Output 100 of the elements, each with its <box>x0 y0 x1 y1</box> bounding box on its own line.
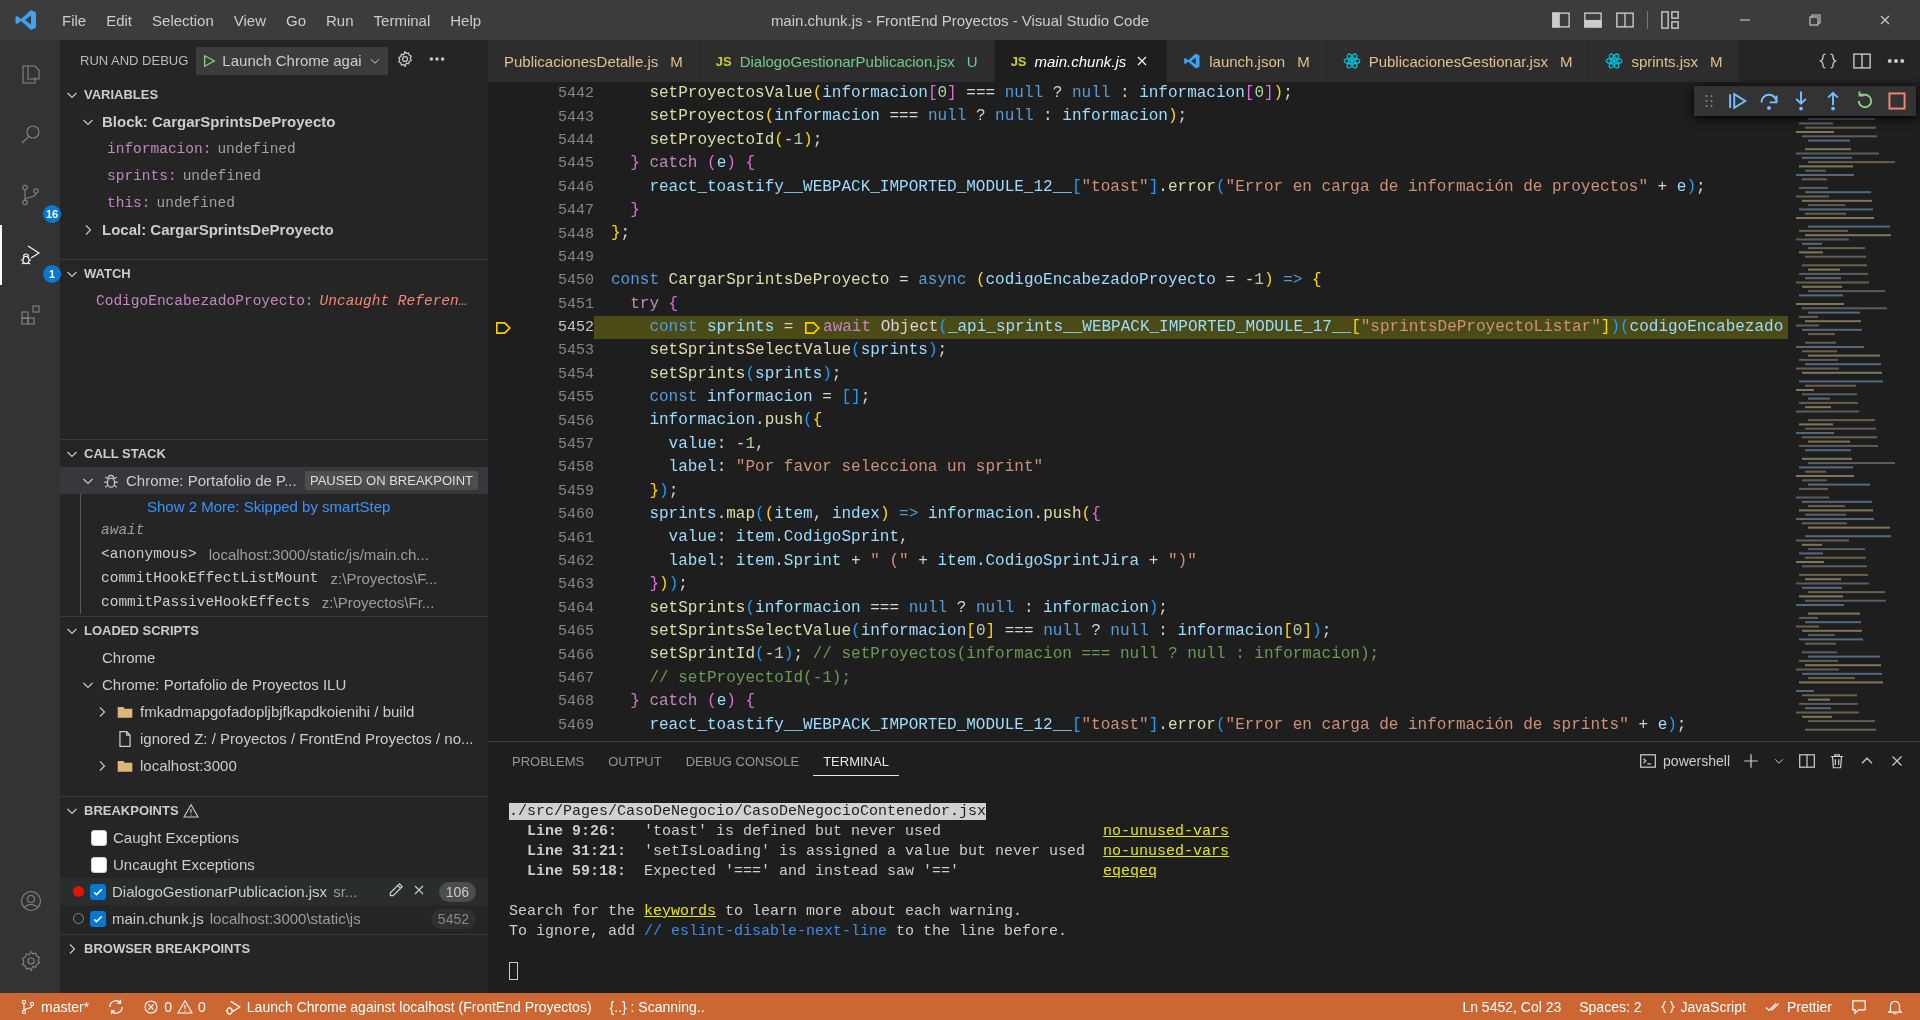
restore-icon[interactable] <box>1807 12 1823 28</box>
menu-item[interactable]: Go <box>276 7 316 33</box>
frame-name[interactable]: commitHookEffectListMount <box>101 570 319 586</box>
script-label[interactable]: ignored Z: / Proyectos / FrontEnd Proyectos / no... <box>140 730 474 747</box>
line-number: 5459 <box>557 482 594 500</box>
line-number: 5448 <box>557 225 594 243</box>
script-label[interactable]: Chrome: Portafolio de Proyectos ILU <box>102 676 347 693</box>
section-title[interactable]: BREAKPOINTS <box>84 803 179 818</box>
breakpoint-label[interactable]: Uncaught Exceptions <box>113 856 255 873</box>
feedback-icon[interactable] <box>1850 997 1868 1016</box>
panel-tab[interactable]: DEBUG CONSOLE <box>675 746 810 776</box>
editor-tab[interactable]: sprints.jsx M <box>1589 40 1740 82</box>
sidebar-layout-icon[interactable] <box>1551 10 1571 30</box>
checkbox[interactable] <box>91 829 107 846</box>
launch-config-dropdown[interactable]: Launch Chrome agai <box>196 46 388 75</box>
line-number: 5456 <box>557 412 594 430</box>
problems-item[interactable]: 0 0 <box>134 993 215 1020</box>
breakpoint-row[interactable]: main.chunk.js localhost:3000\static\js 5452 <box>60 905 488 932</box>
trash-icon[interactable] <box>1828 752 1846 770</box>
split-terminal-icon[interactable] <box>1798 752 1816 770</box>
files-icon[interactable] <box>19 63 43 87</box>
watch-expression[interactable]: CodigoEncabezadoProyecto: <box>96 292 314 309</box>
frame-source: z:\Proyectos\Fr... <box>321 593 435 611</box>
rule-link[interactable]: eqeqeq <box>1103 862 1920 882</box>
panel-tab[interactable]: TERMINAL <box>813 746 899 776</box>
terminal-line: Search for the keywords to learn more about each warning. <box>509 903 1023 920</box>
branch-item[interactable]: master* <box>0 993 99 1020</box>
section-title[interactable]: BROWSER BREAKPOINTS <box>84 941 251 956</box>
formatter-item[interactable]: Prettier <box>1754 993 1841 1020</box>
debug-target-item[interactable]: Launch Chrome against localhost (FrontEnd Proyectos) <box>214 993 601 1020</box>
script-label[interactable]: Chrome <box>102 649 156 666</box>
rule-link[interactable]: no-unused-vars <box>1103 822 1920 842</box>
play-icon[interactable] <box>202 53 217 68</box>
warning-message: Expected '===' and instead saw '==' <box>644 862 961 882</box>
line-number: 5450 <box>557 272 594 290</box>
breakpoint-row[interactable]: DialogoGestionarPublicacion.jsx sr... 106 <box>60 878 488 905</box>
menu-item[interactable]: Terminal <box>363 7 441 33</box>
warning-message: 'toast' is defined but never used <box>644 822 943 842</box>
line-number: 5467 <box>557 669 594 687</box>
menu-item[interactable]: Run <box>316 7 364 33</box>
breakpoint-label[interactable]: main.chunk.js <box>112 910 204 927</box>
checkbox[interactable] <box>90 883 106 900</box>
extensions-icon[interactable] <box>19 303 43 327</box>
editor-tab[interactable]: JS DialogoGestionarPublicacion.jsx U <box>699 40 995 82</box>
braces-icon <box>1659 998 1676 1015</box>
section-title[interactable]: LOADED SCRIPTS <box>84 623 199 638</box>
panel-layout-icon[interactable] <box>1583 10 1603 30</box>
line-number: 5449 <box>557 248 594 266</box>
continue-icon[interactable] <box>1726 90 1748 112</box>
scope-label[interactable]: Local: CargarSprintsDeProyecto <box>102 221 334 238</box>
scope-label[interactable]: Block: CargarSprintsDeProyecto <box>102 113 336 130</box>
notification-badge: 1 <box>43 265 61 283</box>
terminal-cursor <box>509 962 518 980</box>
editor-tab[interactable]: PublicacionesDetalle.js M <box>488 40 700 82</box>
code-line: const sprints = await Object(_api_sprints__WEBPACK_IMPORTED_MODULE_17__["sprintsDeProyectoListar"])(codigoEncabezado <box>648 316 1784 339</box>
checkbox[interactable] <box>91 856 107 873</box>
editor-tab[interactable]: JS main.chunk.js <box>994 40 1168 82</box>
code-line: informacion.push({ <box>648 410 823 432</box>
split-layout-icon[interactable] <box>1615 10 1635 30</box>
language-mode[interactable]: JavaScript <box>1650 993 1755 1020</box>
section-title[interactable]: VARIABLES <box>84 87 159 102</box>
menu-item[interactable]: Help <box>440 7 492 33</box>
stop-icon[interactable] <box>1886 90 1908 112</box>
warning-location: Line 31:21: <box>526 842 628 862</box>
customize-layout-icon[interactable] <box>1660 10 1680 30</box>
keywords-link[interactable]: keywords <box>644 903 717 920</box>
split-editor-icon[interactable] <box>1852 51 1872 71</box>
section-title[interactable]: WATCH <box>84 266 131 281</box>
cursor-position[interactable]: Ln 5452, Col 23 <box>1453 993 1571 1020</box>
line-number: 5469 <box>557 716 594 734</box>
code-line: } catch (e) { <box>629 153 756 175</box>
menu-item[interactable]: Edit <box>96 7 143 33</box>
frame-name[interactable]: commitPassiveHookEffects <box>101 594 310 610</box>
terminal-dropdown[interactable]: powershell <box>1639 752 1730 770</box>
script-label[interactable]: localhost:3000 <box>140 757 237 774</box>
line-number-badge: 106 <box>438 881 476 902</box>
editor-tab[interactable]: launch.json M <box>1167 40 1327 82</box>
session-label[interactable]: Chrome: Portafolio de P... <box>126 472 297 489</box>
rule-link[interactable]: no-unused-vars <box>1103 842 1920 862</box>
menu-item[interactable]: Selection <box>142 7 224 33</box>
breakpoint-label[interactable]: DialogoGestionarPublicacion.jsx <box>112 883 328 900</box>
panel-tab[interactable]: PROBLEMS <box>502 746 595 776</box>
checkbox[interactable] <box>90 910 106 927</box>
account-icon[interactable] <box>19 889 43 913</box>
menu-item[interactable]: File <box>52 7 97 33</box>
sync-icon[interactable] <box>107 997 126 1016</box>
settings-icon[interactable] <box>395 50 414 68</box>
menu-item[interactable]: View <box>223 7 276 33</box>
braces-icon[interactable] <box>1818 51 1838 71</box>
editor-tab[interactable]: PublicacionesGestionar.jsx M <box>1326 40 1590 82</box>
breakpoint-label[interactable]: Caught Exceptions <box>113 829 239 846</box>
frame-name[interactable]: <anonymous> <box>101 546 197 562</box>
section-title[interactable]: CALL STACK <box>84 446 166 461</box>
add-icon[interactable] <box>1742 752 1760 770</box>
code-line: }; <box>611 223 631 245</box>
indentation-item[interactable]: Spaces: 2 <box>1570 993 1651 1020</box>
panel-tab[interactable]: OUTPUT <box>598 746 672 776</box>
script-label[interactable]: fmkadmapgofadopljbjfkapdkoienihi / build <box>140 703 415 720</box>
status-badge: PAUSED ON BREAKPOINT <box>305 471 478 490</box>
show-more-link[interactable]: Show 2 More: Skipped by smartStep <box>147 497 391 515</box>
